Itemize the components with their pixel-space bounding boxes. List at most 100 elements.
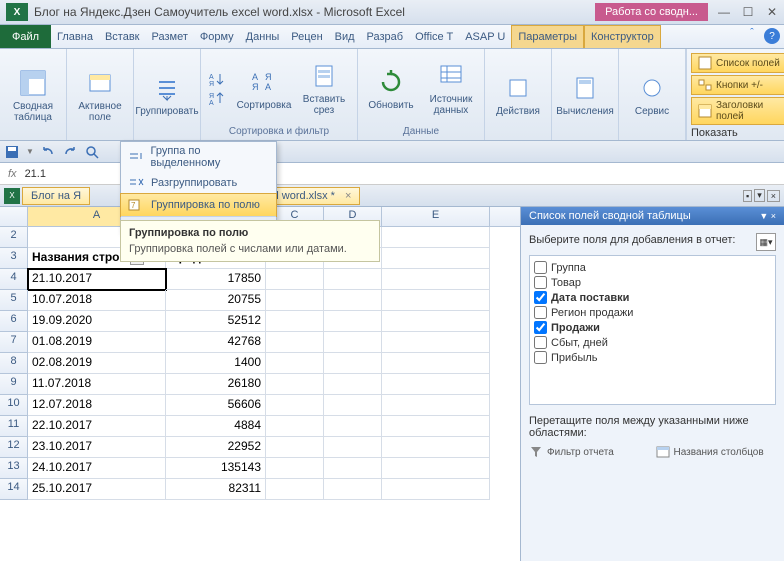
row-head[interactable]: 10 <box>0 395 28 416</box>
tab-review[interactable]: Рецен <box>285 25 328 48</box>
refresh-button[interactable]: Обновить <box>362 64 420 113</box>
row-head[interactable]: 2 <box>0 227 28 248</box>
row-head[interactable]: 7 <box>0 332 28 353</box>
cell-date[interactable]: 02.08.2019 <box>28 353 166 374</box>
tab-dropdown-icon[interactable]: ▾ <box>754 189 765 202</box>
tab-dev[interactable]: Разраб <box>361 25 410 48</box>
cell-sales[interactable]: 22952 <box>166 437 266 458</box>
print-preview-icon[interactable] <box>84 144 100 160</box>
row-head[interactable]: 4 <box>0 269 28 290</box>
cell-date[interactable]: 23.10.2017 <box>28 437 166 458</box>
cell-sales[interactable]: 56606 <box>166 395 266 416</box>
field-item[interactable]: Регион продажи <box>534 305 771 320</box>
field-checkbox[interactable] <box>534 291 547 304</box>
active-field-button[interactable]: Активное поле <box>71 65 129 125</box>
menu-ungroup[interactable]: Разгруппировать <box>121 172 276 194</box>
row-head[interactable]: 6 <box>0 311 28 332</box>
cell-sales[interactable]: 135143 <box>166 458 266 479</box>
tab-formulas[interactable]: Форму <box>194 25 240 48</box>
slicer-button[interactable]: Вставить срез <box>295 58 353 118</box>
fx-icon[interactable]: fx <box>8 168 17 180</box>
pivot-table-button[interactable]: Сводная таблица <box>4 65 62 125</box>
tab-layout[interactable]: Размет <box>146 25 194 48</box>
tab-asap[interactable]: ASAP U <box>459 25 511 48</box>
field-item[interactable]: Группа <box>534 260 771 275</box>
row-head[interactable]: 9 <box>0 374 28 395</box>
tab-data[interactable]: Данны <box>240 25 286 48</box>
row-head[interactable]: 3 <box>0 248 28 269</box>
help-icon[interactable]: ? <box>764 28 780 44</box>
close-button[interactable]: ✕ <box>760 3 784 21</box>
cell-date[interactable]: 11.07.2018 <box>28 374 166 395</box>
actions-button[interactable]: Действия <box>489 70 547 119</box>
field-list-toggle[interactable]: Список полей <box>691 53 784 73</box>
group-button[interactable]: Группировать <box>138 70 196 119</box>
row-head[interactable]: 13 <box>0 458 28 479</box>
layout-options-icon[interactable]: ▦▾ <box>756 233 776 251</box>
tab-view[interactable]: Вид <box>329 25 361 48</box>
row-head[interactable]: 14 <box>0 479 28 500</box>
drop-column-labels[interactable]: Названия столбцов <box>656 445 777 461</box>
cell-date[interactable]: 19.09.2020 <box>28 311 166 332</box>
row-head[interactable]: 5 <box>0 290 28 311</box>
menu-group-selection[interactable]: Группа по выделенному <box>121 142 276 172</box>
field-checkbox[interactable] <box>534 276 547 289</box>
field-item[interactable]: Продажи <box>534 320 771 335</box>
sort-desc-button[interactable]: ЯА <box>205 89 229 107</box>
field-list-close-icon[interactable]: ▼ × <box>759 211 776 221</box>
col-head-e[interactable]: E <box>382 207 490 226</box>
file-tab[interactable]: Файл <box>0 25 51 48</box>
cell-sales[interactable]: 4884 <box>166 416 266 437</box>
cell-sales[interactable]: 20755 <box>166 290 266 311</box>
minimize-ribbon-icon[interactable]: ˆ <box>744 25 760 41</box>
row-head[interactable]: 12 <box>0 437 28 458</box>
row-head[interactable]: 8 <box>0 353 28 374</box>
formula-value[interactable]: 21.1 <box>25 168 46 180</box>
field-item[interactable]: Прибыль <box>534 350 771 365</box>
cell-sales[interactable]: 26180 <box>166 374 266 395</box>
tab-design[interactable]: Конструктор <box>584 25 661 48</box>
field-checkbox[interactable] <box>534 306 547 319</box>
tab-close-icon[interactable]: × <box>767 190 780 202</box>
field-item[interactable]: Товар <box>534 275 771 290</box>
menu-group-field[interactable]: 7Группировка по полю <box>120 193 277 217</box>
undo-icon[interactable] <box>40 144 56 160</box>
service-button[interactable]: Сервис <box>623 70 681 119</box>
doc-tab-1[interactable]: Блог на Я <box>22 187 90 205</box>
cell-sales[interactable]: 17850 <box>166 269 266 290</box>
save-icon[interactable] <box>4 144 20 160</box>
tab-options[interactable]: Параметры <box>511 25 584 48</box>
field-checkbox[interactable] <box>534 261 547 274</box>
calculations-button[interactable]: Вычисления <box>556 70 614 119</box>
cell-sales[interactable]: 1400 <box>166 353 266 374</box>
row-head[interactable]: 11 <box>0 416 28 437</box>
field-headers-toggle[interactable]: Заголовки полей <box>691 97 784 125</box>
field-checkbox[interactable] <box>534 351 547 364</box>
field-checkbox[interactable] <box>534 321 547 334</box>
sort-button[interactable]: АЯЯАСортировка <box>235 64 293 113</box>
cell-date[interactable]: 22.10.2017 <box>28 416 166 437</box>
tab-insert[interactable]: Вставк <box>99 25 146 48</box>
buttons-toggle[interactable]: Кнопки +/- <box>691 75 784 95</box>
cell-date[interactable]: 12.07.2018 <box>28 395 166 416</box>
field-item[interactable]: Сбыт, дней <box>534 335 771 350</box>
data-source-button[interactable]: Источник данных <box>422 58 480 118</box>
tab-home[interactable]: Главна <box>51 25 99 48</box>
cell-sales[interactable]: 52512 <box>166 311 266 332</box>
tab-nav-icon[interactable]: ▪ <box>743 190 752 202</box>
maximize-button[interactable]: ☐ <box>736 3 760 21</box>
cell-date[interactable]: 24.10.2017 <box>28 458 166 479</box>
field-item[interactable]: Дата поставки <box>534 290 771 305</box>
cell-date[interactable]: 10.07.2018 <box>28 290 166 311</box>
tab-office[interactable]: Office T <box>409 25 459 48</box>
cell-date[interactable]: 21.10.2017 <box>28 269 166 290</box>
field-list-box[interactable]: ГруппаТоварДата поставкиРегион продажиПр… <box>529 255 776 405</box>
sort-asc-button[interactable]: АЯ <box>205 70 229 88</box>
minimize-button[interactable]: — <box>712 3 736 21</box>
cell-date[interactable]: 25.10.2017 <box>28 479 166 500</box>
cell-sales[interactable]: 42768 <box>166 332 266 353</box>
cell-date[interactable]: 01.08.2019 <box>28 332 166 353</box>
drop-report-filter[interactable]: Фильтр отчета <box>529 445 650 461</box>
field-checkbox[interactable] <box>534 336 547 349</box>
redo-icon[interactable] <box>62 144 78 160</box>
